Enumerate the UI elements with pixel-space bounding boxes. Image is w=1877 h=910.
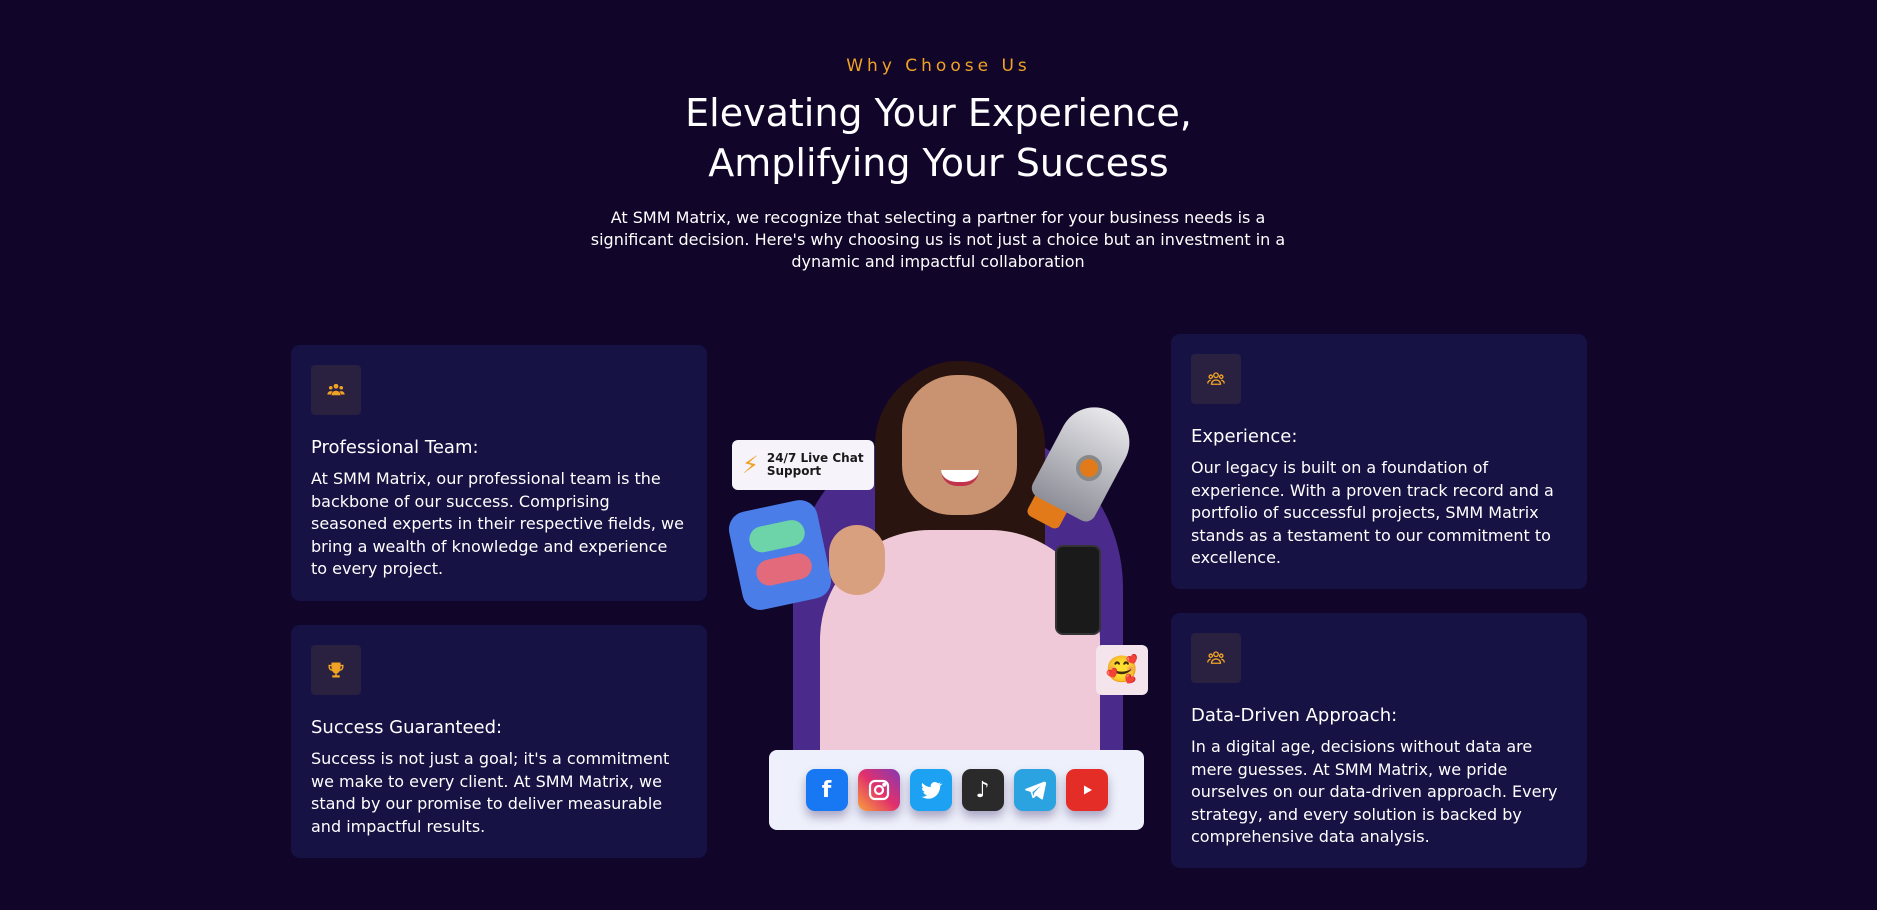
hero-person-face (902, 375, 1017, 515)
feature-card-title: Data-Driven Approach: (1191, 705, 1398, 726)
why-choose-us-section: Why Choose Us Elevating Your Experience,… (0, 0, 1877, 910)
trophy-icon (311, 645, 361, 695)
feature-card-data-driven: Data-Driven Approach: In a digital age, … (1171, 613, 1587, 868)
instagram-icon (857, 769, 900, 811)
youtube-icon (1065, 769, 1108, 811)
smartphone-icon (1055, 545, 1101, 635)
social-icons-bar: f ♪ (769, 750, 1144, 830)
tiktok-icon: ♪ (961, 769, 1004, 811)
feature-card-body: In a digital age, decisions without data… (1191, 737, 1558, 846)
feature-card-success-guaranteed: Success Guaranteed: Success is not just … (291, 625, 707, 858)
rocket-window (1076, 455, 1102, 481)
headline-line-1: Elevating Your Experience, (685, 91, 1192, 135)
feature-card-title: Professional Team: (311, 437, 479, 458)
twitter-icon (909, 769, 952, 811)
live-chat-badge-label: 24/7 Live Chat Support (766, 451, 864, 478)
team-icon (1191, 354, 1241, 404)
facebook-icon: f (805, 769, 848, 811)
feature-card-body: At SMM Matrix, our professional team is … (311, 469, 684, 578)
section-headline: Elevating Your Experience, Amplifying Yo… (0, 88, 1877, 188)
telegram-icon (1013, 769, 1056, 811)
feature-card-experience: Experience: Our legacy is built on a fou… (1171, 334, 1587, 589)
feature-card-body: Our legacy is built on a foundation of e… (1191, 458, 1554, 567)
section-eyebrow: Why Choose Us (846, 56, 1031, 76)
team-icon (1191, 633, 1241, 683)
live-chat-badge: ⚡ 24/7 Live Chat Support (732, 440, 874, 490)
team-icon (311, 365, 361, 415)
feature-card-professional-team: Professional Team: At SMM Matrix, our pr… (291, 345, 707, 601)
hero-illustration: ⚡ 24/7 Live Chat Support 🥰 f ♪ (725, 365, 1150, 835)
section-intro: At SMM Matrix, we recognize that selecti… (590, 208, 1286, 271)
hero-person-fist (829, 525, 885, 595)
feature-card-title: Experience: (1191, 426, 1298, 447)
feature-card-body: Success is not just a goal; it's a commi… (311, 749, 670, 836)
lightning-icon: ⚡ (742, 451, 759, 479)
emoji-icon: 🥰 (1096, 645, 1148, 695)
feature-card-title: Success Guaranteed: (311, 717, 503, 738)
headline-line-2: Amplifying Your Success (708, 141, 1169, 185)
